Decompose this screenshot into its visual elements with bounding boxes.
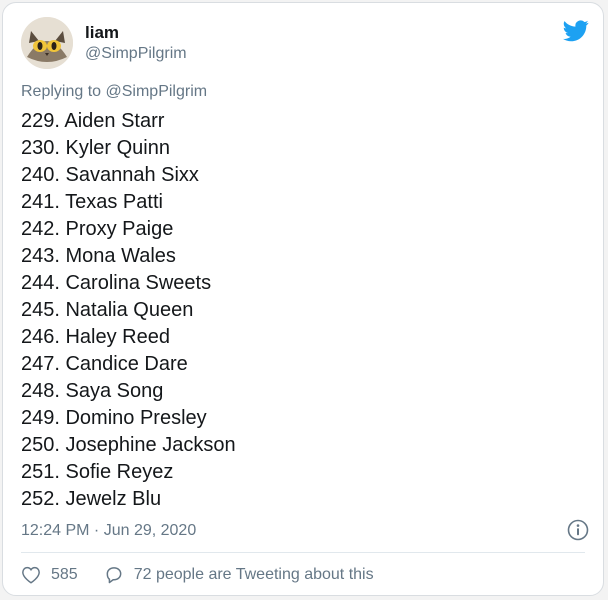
list-item: 242. Proxy Paige — [21, 218, 174, 240]
list-item: 251. Sofie Reyez — [21, 461, 174, 483]
info-icon[interactable] — [567, 519, 589, 541]
list-item: 246. Haley Reed — [21, 326, 170, 348]
list-item: 241. Texas Patti — [21, 191, 163, 213]
heart-icon — [22, 566, 40, 584]
tweet-body-list: 229. Aiden Starr 230. Kyler Quinn 240. S… — [21, 108, 236, 513]
like-button[interactable]: 585 — [21, 566, 78, 584]
conversation-link[interactable]: 72 people are Tweeting about this — [104, 565, 374, 585]
list-item: 240. Savannah Sixx — [21, 164, 199, 186]
list-item: 248. Saya Song — [21, 380, 164, 402]
tweet-timestamp[interactable]: 12:24 PM · Jun 29, 2020 — [21, 522, 196, 540]
list-item: 230. Kyler Quinn — [21, 137, 170, 159]
author-handle[interactable]: @SimpPilgrim — [85, 45, 187, 63]
replying-to-line: Replying to @SimpPilgrim — [21, 83, 207, 101]
divider — [21, 552, 585, 553]
tweet-card: liam @SimpPilgrim Replying to @SimpPilgr… — [2, 2, 604, 596]
conversation-text: 72 people are Tweeting about this — [133, 566, 374, 583]
list-item: 243. Mona Wales — [21, 245, 176, 267]
avatar[interactable] — [21, 17, 73, 69]
twitter-bird-icon[interactable] — [563, 20, 589, 42]
tweet-stats: 585 72 people are Tweeting about this — [21, 565, 400, 585]
speech-bubble-icon — [106, 567, 122, 584]
replying-to-handle-link[interactable]: @SimpPilgrim — [106, 83, 208, 100]
list-item: 252. Jewelz Blu — [21, 488, 162, 510]
list-item: 245. Natalia Queen — [21, 299, 194, 321]
list-item: 229. Aiden Starr — [21, 110, 165, 132]
list-item: 247. Candice Dare — [21, 353, 188, 375]
like-count: 585 — [51, 566, 78, 583]
list-item: 250. Josephine Jackson — [21, 434, 236, 456]
replying-to-prefix: Replying to — [21, 83, 102, 100]
author-name[interactable]: liam — [85, 23, 119, 43]
list-item: 249. Domino Presley — [21, 407, 207, 429]
list-item: 244. Carolina Sweets — [21, 272, 212, 294]
